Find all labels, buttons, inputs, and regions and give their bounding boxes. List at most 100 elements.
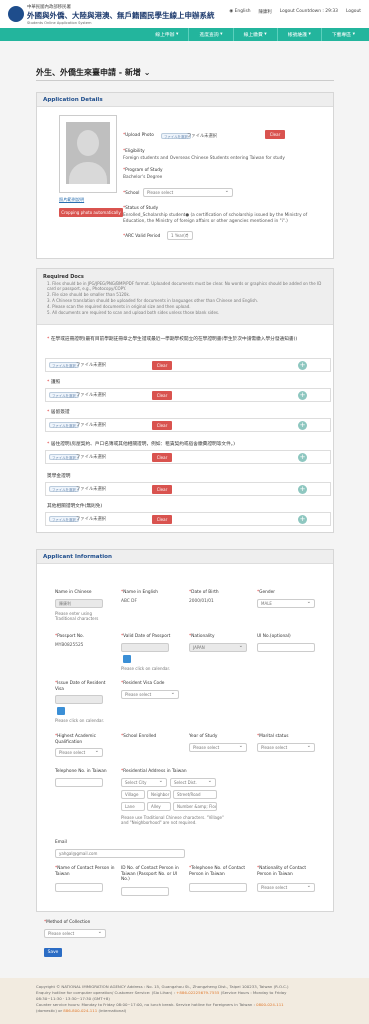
add-icon[interactable]: +	[298, 361, 307, 370]
hotline-link[interactable]: 886-800-024-111	[63, 1008, 97, 1013]
label-text: Status of Study	[125, 206, 159, 211]
contact-tel-input[interactable]	[189, 883, 247, 892]
logout-link[interactable]: Logout	[346, 9, 361, 15]
choose-file-button[interactable]: ファイルを選択	[49, 454, 79, 460]
label-text: Gender	[259, 590, 275, 595]
program-value: Bachelor's Degree	[123, 175, 163, 180]
doc-row-passport: ファイルを選択 ファイル未選択 Clear +	[45, 388, 331, 402]
passport-value: MYB0825525	[55, 643, 84, 648]
year-select[interactable]: Please select	[189, 743, 247, 752]
ui-no-input[interactable]	[257, 643, 315, 652]
add-icon[interactable]: +	[298, 421, 307, 430]
hotline-link[interactable]: 0800-024-111	[256, 1002, 284, 1007]
add-icon[interactable]: +	[298, 515, 307, 524]
hotline-link[interactable]: +886-02225679-7555	[176, 990, 219, 995]
program-label: *Program of Study	[123, 168, 163, 173]
choose-file-button[interactable]: ファイルを選択	[49, 516, 79, 522]
street-input[interactable]: Street/Road	[173, 790, 217, 799]
number-input[interactable]: Number &amp; Floor	[173, 802, 217, 811]
nav-account[interactable]: 帳號維護 ▾	[276, 28, 321, 41]
docs-heading: Required Docs	[43, 274, 84, 280]
nationality-select[interactable]: JAPAN	[189, 643, 247, 652]
label-text: Method of Collection	[46, 920, 91, 925]
email-label: Email	[55, 840, 67, 845]
choose-file-button[interactable]: ファイルを選択	[49, 362, 79, 368]
add-icon[interactable]: +	[298, 391, 307, 400]
choose-file-button[interactable]: ファイルを選択	[49, 392, 79, 398]
top-links: ◉ English 陳康利 Logout Countdown : 29:33 L…	[229, 9, 361, 15]
marital-select[interactable]: Please select	[257, 743, 315, 752]
chevron-down-icon[interactable]: ⌄	[144, 68, 151, 77]
choose-file-button[interactable]: ファイルを選択	[49, 422, 79, 428]
clear-button[interactable]: Clear	[152, 391, 172, 400]
label-text: Issue Date of Resident Visa	[55, 681, 106, 692]
nationality-label: *Nationality	[189, 634, 215, 639]
city-select[interactable]: Select City	[121, 778, 167, 787]
education-select[interactable]: Please select	[55, 748, 103, 757]
address-hint: Please use Traditional Chinese character…	[121, 815, 224, 826]
tel-input[interactable]	[55, 778, 103, 787]
photo-frame	[59, 115, 117, 193]
name-zh-input[interactable]: 陳康利	[55, 599, 103, 608]
application-details-panel: Application Details 照片範例說明 Cropping phot…	[36, 92, 334, 259]
photo-sample-link[interactable]: 照片範例說明	[59, 197, 84, 203]
clear-button[interactable]: Clear	[152, 515, 172, 524]
clear-button[interactable]: Clear	[152, 361, 172, 370]
school-label: *School	[123, 191, 140, 196]
contact-name-input[interactable]	[55, 883, 103, 892]
label-text: Nationality of Contact Person in Taiwan	[257, 866, 307, 877]
globe-icon[interactable]: ◉ English	[229, 9, 250, 15]
alley-input[interactable]: Alley	[147, 802, 171, 811]
label-text: Resident Visa Code	[123, 681, 165, 686]
label-text: 居住證明(房屋契約、戶口名簿或其他相關證明，例如：租賃契約或宿舍繳費證明等文件。…	[50, 442, 235, 447]
nav-download[interactable]: 下載專區 ▾	[320, 28, 365, 41]
add-icon[interactable]: +	[298, 453, 307, 462]
email-input[interactable]: yahgal@gmail.com	[55, 849, 185, 858]
clear-button[interactable]: Clear	[152, 453, 172, 462]
valid-passport-input[interactable]	[121, 643, 169, 652]
crop-photo-button[interactable]: Cropping photo automatically	[59, 208, 123, 217]
doc-label-scholarship: 獎學金證明	[47, 474, 71, 479]
label-text: Upload Photo	[125, 133, 154, 138]
nav-label: 進度查詢	[199, 33, 219, 38]
district-select[interactable]: Select Dist.	[170, 778, 216, 787]
docs-note-4: 4. Please scan the required documents in…	[47, 304, 191, 309]
clear-photo-button[interactable]: Clear	[265, 130, 285, 139]
visa-code-select[interactable]: Please select	[121, 690, 179, 699]
collection-select[interactable]: Please select	[44, 929, 106, 938]
user-name[interactable]: 陳康利	[259, 9, 272, 15]
arc-period-select[interactable]: 1 Year(s)	[167, 231, 193, 240]
save-button[interactable]: Save	[44, 948, 62, 957]
nav-payment[interactable]: 線上繳費 ▾	[232, 28, 277, 41]
gender-select[interactable]: MALE	[257, 599, 315, 608]
name-zh-hint: Please enter using Traditional character…	[55, 611, 99, 622]
issue-date-input[interactable]	[55, 695, 103, 704]
calendar-hint-2: Please click on calendar.	[55, 718, 105, 723]
clear-button[interactable]: Clear	[152, 421, 172, 430]
info-icon[interactable]: ●	[185, 213, 189, 218]
calendar-icon[interactable]	[57, 707, 65, 715]
label-text: Residential Address in Taiwan	[123, 769, 187, 774]
calendar-hint: Please click on calendar.	[121, 666, 171, 671]
marital-label: *Marital status	[257, 734, 289, 739]
contact-name-label: *Name of Contact Person in Taiwan	[55, 866, 115, 877]
calendar-icon[interactable]	[123, 655, 131, 663]
doc-label-passport: * 護照	[47, 380, 61, 385]
village-input[interactable]: Village	[121, 790, 145, 799]
docs-note-1: 1. Files should be in JPG/JPEG/PNG/BMP/P…	[47, 281, 322, 292]
add-icon[interactable]: +	[298, 485, 307, 494]
nav-progress[interactable]: 進度查詢 ▾	[188, 28, 232, 41]
clear-button[interactable]: Clear	[152, 485, 172, 494]
label-text: School	[125, 191, 140, 196]
nav-online-apply[interactable]: 線上申辦 ▾	[145, 28, 188, 41]
language-link[interactable]: English	[235, 9, 251, 14]
label-text: Date of Birth	[191, 590, 219, 595]
school-select[interactable]: Please select	[143, 188, 233, 197]
choose-file-button[interactable]: ファイルを選択	[49, 486, 79, 492]
neighbor-input[interactable]: Neighbor	[147, 790, 171, 799]
contact-id-input[interactable]	[121, 887, 169, 896]
lane-input[interactable]: Lane	[121, 802, 145, 811]
contact-nat-select[interactable]: Please select	[257, 883, 315, 892]
status-text: Enrolled_Scholarship student	[123, 213, 186, 218]
doc-row-enrollment: ファイルを選択 ファイル未選択 Clear +	[45, 358, 331, 372]
